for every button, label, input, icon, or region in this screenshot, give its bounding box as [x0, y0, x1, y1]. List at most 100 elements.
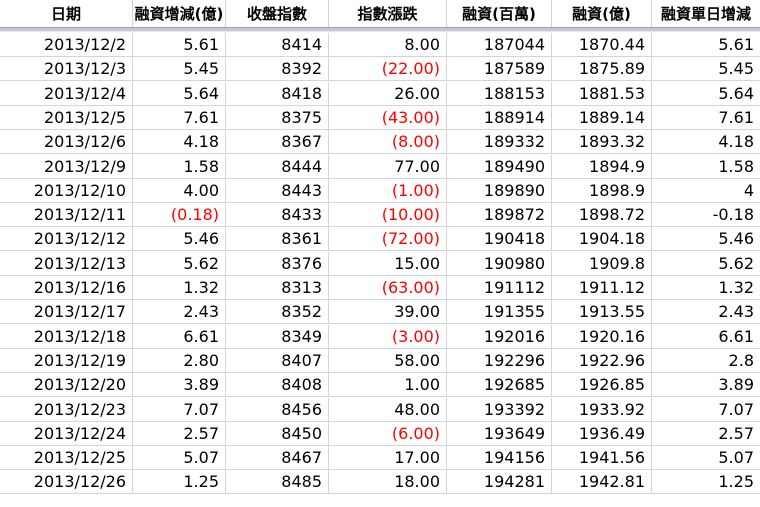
cell-closing-index[interactable]: 8444 [226, 154, 329, 179]
cell-closing-index[interactable]: 8443 [226, 178, 329, 203]
cell-margin-change-yi[interactable]: 5.07 [133, 446, 226, 471]
cell-index-change[interactable]: (1.00) [329, 178, 447, 203]
cell-index-change[interactable]: 58.00 [329, 348, 447, 373]
cell-closing-index[interactable]: 8433 [226, 203, 329, 228]
cell-margin-yi[interactable]: 1870.44 [552, 33, 652, 57]
cell-margin-daily-change[interactable]: 1.58 [652, 155, 760, 179]
cell-index-change[interactable]: (3.00) [329, 324, 447, 349]
cell-index-change[interactable]: 8.00 [329, 33, 447, 57]
cell-margin-daily-change[interactable]: 2.43 [652, 300, 760, 325]
cell-date[interactable]: 2013/12/25 [0, 446, 133, 471]
cell-date[interactable]: 2013/12/26 [0, 470, 133, 495]
cell-margin-yi[interactable]: 1920.16 [552, 324, 652, 349]
cell-date[interactable]: 2013/12/16 [0, 276, 133, 300]
cell-closing-index[interactable]: 8367 [226, 130, 329, 155]
cell-index-change[interactable]: 18.00 [329, 470, 447, 495]
cell-index-change[interactable]: (10.00) [329, 203, 447, 228]
cell-margin-yi[interactable]: 1875.89 [552, 57, 652, 82]
cell-margin-million[interactable]: 190980 [447, 251, 552, 276]
cell-index-change[interactable]: (8.00) [329, 130, 447, 155]
header-margin-daily-change[interactable]: 融資單日增減 [652, 0, 760, 27]
cell-margin-yi[interactable]: 1936.49 [552, 421, 652, 446]
cell-margin-change-yi[interactable]: 4.18 [133, 130, 226, 155]
cell-margin-yi[interactable]: 1911.12 [552, 276, 652, 300]
cell-margin-change-yi[interactable]: 2.43 [133, 300, 226, 325]
cell-margin-million[interactable]: 187589 [447, 57, 552, 82]
cell-index-change[interactable]: 39.00 [329, 300, 447, 325]
cell-closing-index[interactable]: 8456 [226, 397, 329, 422]
cell-date[interactable]: 2013/12/12 [0, 227, 133, 252]
cell-closing-index[interactable]: 8467 [226, 446, 329, 471]
header-margin-change-yi[interactable]: 融資增減(億) [133, 0, 226, 27]
cell-margin-yi[interactable]: 1909.8 [552, 251, 652, 276]
header-index-change[interactable]: 指數漲跌 [329, 0, 447, 27]
cell-index-change[interactable]: (43.00) [329, 105, 447, 130]
cell-margin-daily-change[interactable]: 5.45 [652, 57, 760, 82]
cell-index-change[interactable]: 17.00 [329, 446, 447, 471]
cell-margin-yi[interactable]: 1898.72 [552, 203, 652, 228]
cell-closing-index[interactable]: 8349 [226, 324, 329, 349]
cell-date[interactable]: 2013/12/24 [0, 421, 133, 446]
header-margin-yi[interactable]: 融資(億) [552, 0, 652, 27]
cell-margin-million[interactable]: 190418 [447, 227, 552, 252]
header-closing-index[interactable]: 收盤指數 [226, 0, 329, 27]
cell-date[interactable]: 2013/12/3 [0, 57, 133, 82]
cell-date[interactable]: 2013/12/17 [0, 300, 133, 325]
cell-margin-yi[interactable]: 1881.53 [552, 81, 652, 106]
cell-margin-daily-change[interactable]: 2.57 [652, 422, 760, 446]
cell-margin-change-yi[interactable]: 5.61 [133, 33, 226, 57]
cell-margin-change-yi[interactable]: 2.57 [133, 421, 226, 446]
cell-date[interactable]: 2013/12/20 [0, 373, 133, 398]
cell-margin-change-yi[interactable]: 3.89 [133, 373, 226, 398]
cell-margin-daily-change[interactable]: 1.25 [652, 470, 760, 495]
cell-closing-index[interactable]: 8352 [226, 300, 329, 325]
cell-margin-change-yi[interactable]: 1.32 [133, 276, 226, 300]
cell-margin-million[interactable]: 191112 [447, 276, 552, 300]
cell-margin-million[interactable]: 189872 [447, 203, 552, 228]
cell-margin-yi[interactable]: 1893.32 [552, 130, 652, 155]
cell-margin-million[interactable]: 188914 [447, 105, 552, 130]
cell-closing-index[interactable]: 8418 [226, 81, 329, 106]
cell-margin-million[interactable]: 192685 [447, 373, 552, 398]
cell-date[interactable]: 2013/12/5 [0, 105, 133, 130]
cell-index-change[interactable]: 15.00 [329, 251, 447, 276]
cell-margin-million[interactable]: 191355 [447, 300, 552, 325]
cell-index-change[interactable]: (6.00) [329, 421, 447, 446]
cell-margin-million[interactable]: 192296 [447, 348, 552, 373]
cell-margin-daily-change[interactable]: 1.32 [652, 276, 760, 300]
cell-margin-daily-change[interactable]: 5.62 [652, 252, 760, 276]
cell-margin-yi[interactable]: 1922.96 [552, 348, 652, 373]
cell-index-change[interactable]: 1.00 [329, 373, 447, 398]
cell-index-change[interactable]: 48.00 [329, 397, 447, 422]
cell-date[interactable]: 2013/12/11 [0, 203, 133, 228]
cell-margin-change-yi[interactable]: 5.64 [133, 81, 226, 106]
cell-margin-million[interactable]: 193649 [447, 421, 552, 446]
cell-date[interactable]: 2013/12/9 [0, 154, 133, 179]
cell-margin-yi[interactable]: 1941.56 [552, 446, 652, 471]
cell-margin-change-yi[interactable]: 2.80 [133, 348, 226, 373]
cell-margin-daily-change[interactable]: 3.89 [652, 373, 760, 398]
cell-date[interactable]: 2013/12/13 [0, 251, 133, 276]
cell-index-change[interactable]: 77.00 [329, 154, 447, 179]
cell-index-change[interactable]: (22.00) [329, 57, 447, 82]
cell-margin-daily-change[interactable]: 2.8 [652, 349, 760, 373]
cell-margin-change-yi[interactable]: 5.62 [133, 251, 226, 276]
cell-margin-million[interactable]: 187044 [447, 33, 552, 57]
cell-closing-index[interactable]: 8375 [226, 105, 329, 130]
cell-margin-change-yi[interactable]: 5.45 [133, 57, 226, 82]
cell-margin-daily-change[interactable]: 6.61 [652, 325, 760, 349]
cell-date[interactable]: 2013/12/4 [0, 81, 133, 106]
cell-margin-million[interactable]: 194281 [447, 470, 552, 495]
cell-margin-daily-change[interactable]: 7.07 [652, 398, 760, 422]
cell-closing-index[interactable]: 8414 [226, 33, 329, 57]
cell-date[interactable]: 2013/12/10 [0, 178, 133, 203]
cell-margin-yi[interactable]: 1898.9 [552, 178, 652, 203]
cell-margin-change-yi[interactable]: 4.00 [133, 178, 226, 203]
cell-margin-daily-change[interactable]: 5.46 [652, 227, 760, 252]
cell-margin-daily-change[interactable]: -0.18 [652, 203, 760, 228]
cell-margin-change-yi[interactable]: 7.07 [133, 397, 226, 422]
cell-index-change[interactable]: (72.00) [329, 227, 447, 252]
cell-margin-yi[interactable]: 1913.55 [552, 300, 652, 325]
cell-margin-change-yi[interactable]: 1.58 [133, 154, 226, 179]
cell-index-change[interactable]: 26.00 [329, 81, 447, 106]
